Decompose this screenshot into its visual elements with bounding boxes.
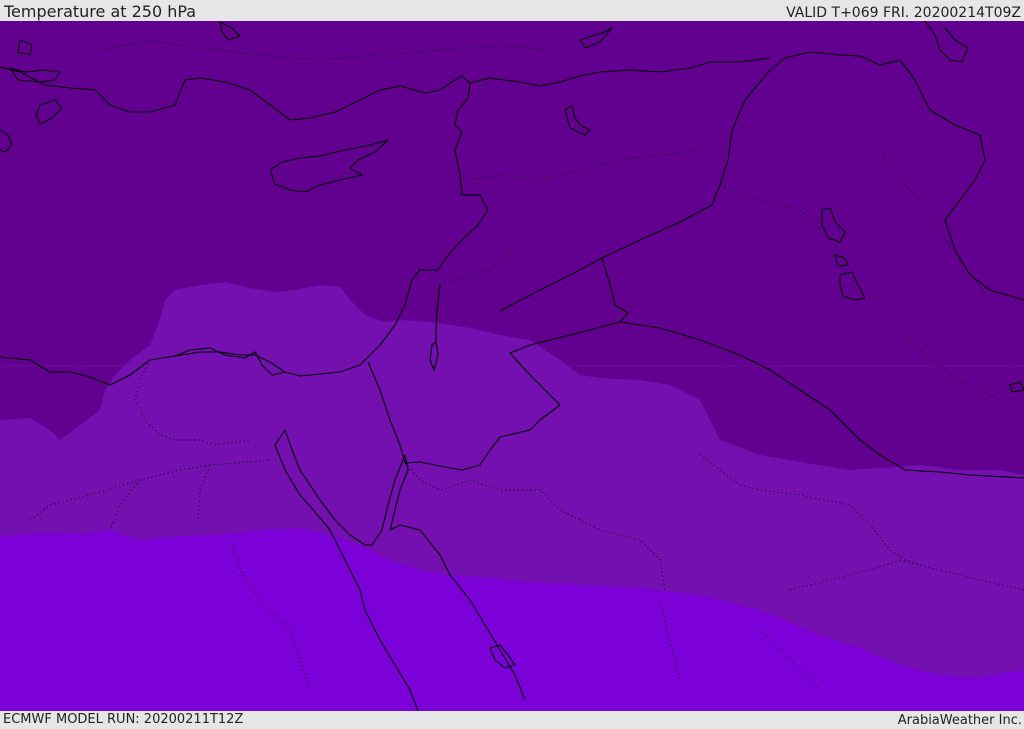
footer-bar: ECMWF MODEL RUN: 20200211T12Z ArabiaWeat… xyxy=(0,711,1024,729)
model-run-label: ECMWF MODEL RUN: 20200211T12Z xyxy=(3,712,244,727)
header-bar: Temperature at 250 hPa VALID T+069 FRI. … xyxy=(0,0,1024,21)
credit-label: ArabiaWeather Inc. xyxy=(897,713,1022,728)
map-canvas xyxy=(0,21,1024,711)
valid-time-label: VALID T+069 FRI. 20200214T09Z xyxy=(786,5,1021,21)
map-title: Temperature at 250 hPa xyxy=(4,2,197,21)
forecast-map-page: Temperature at 250 hPa VALID T+069 FRI. … xyxy=(0,0,1024,729)
weather-map[interactable] xyxy=(0,21,1024,711)
